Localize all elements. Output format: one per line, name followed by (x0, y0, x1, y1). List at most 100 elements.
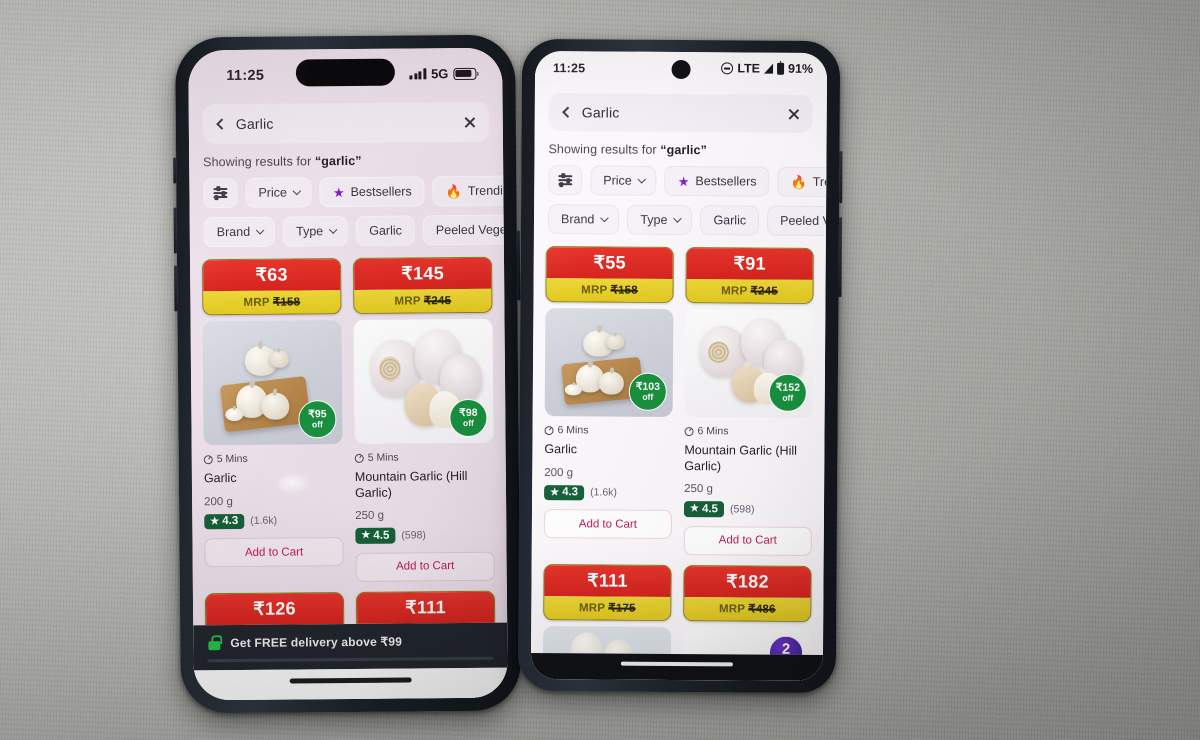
star-icon: ★ (550, 486, 560, 498)
add-to-cart-button[interactable]: Add to Cart (204, 537, 344, 568)
review-count: (598) (729, 503, 755, 516)
dynamic-island (295, 58, 395, 87)
pixel-power-button[interactable] (839, 151, 843, 204)
chip-garlic-label: Garlic (369, 223, 402, 238)
rating-value: 4.5 (373, 529, 390, 542)
mrp-label: MRP (243, 296, 270, 309)
iphone-mute-switch[interactable] (173, 157, 177, 184)
add-to-cart-button[interactable]: Add to Cart (683, 525, 812, 556)
iphone-volume-up-button[interactable] (173, 207, 177, 254)
pixel-volume-button[interactable] (838, 217, 843, 298)
price-tag: ₹126 MRP ₹316 (204, 591, 345, 626)
price-value: ₹126 (205, 592, 344, 625)
rating-value: 4.5 (701, 502, 719, 516)
chip-peeled-vegetables[interactable]: Peeled Vegetables (422, 214, 504, 246)
rating-badge: ★ 4.5 (355, 527, 396, 544)
star-icon: ★ (332, 184, 345, 200)
mrp-label: MRP (718, 603, 745, 616)
back-chevron-icon[interactable] (562, 106, 574, 118)
rating-row: ★ 4.3 (1.6k) (204, 513, 343, 530)
chip-trending[interactable]: 🔥 Trending (777, 166, 827, 198)
product-image[interactable]: 2 Pieces (682, 626, 812, 656)
chip-garlic[interactable]: Garlic (356, 215, 416, 246)
chip-type[interactable]: Type (282, 215, 349, 247)
chip-trending-label: Trending (812, 174, 827, 190)
front-camera-punch-hole (671, 59, 691, 80)
chip-bestsellers-label: Bestsellers (350, 184, 412, 199)
rating-badge: ★ 4.3 (544, 484, 585, 501)
chevron-down-icon (293, 186, 302, 196)
chip-garlic-label: Garlic (713, 213, 747, 228)
price-value: ₹91 (686, 248, 813, 280)
search-bar[interactable]: Garlic (202, 101, 489, 145)
mrp-value: ₹245 (423, 295, 452, 308)
product-image[interactable]: ₹95 off (202, 320, 343, 446)
product-card[interactable]: ₹91 MRP ₹245 ₹152 off 6 Mins Mountain Ga… (683, 247, 814, 556)
free-delivery-banner[interactable]: Get FREE delivery above ₹99 (193, 622, 508, 671)
product-card[interactable]: ₹55 MRP ₹158 ₹103 off 6 Mins Garlic 200 … (543, 246, 674, 555)
product-image[interactable]: ₹103 off (544, 308, 674, 417)
product-card[interactable]: ₹63 MRP ₹158 ₹95 off 5 Mins Garlic 200 g… (201, 258, 344, 583)
filter-sliders-icon (558, 175, 573, 186)
eta-text: 6 Mins (557, 424, 589, 437)
product-card[interactable]: ₹126 MRP ₹316 (204, 591, 345, 626)
chip-peeled-vegetables-label: Peeled Vegetables (435, 222, 504, 238)
delivery-eta: 6 Mins (544, 424, 673, 437)
pixel-status-bar: 11:25 LTE 91% (535, 51, 827, 87)
chip-trending[interactable]: 🔥 Trending (432, 175, 504, 207)
chevron-down-icon (637, 175, 647, 184)
eta-text: 5 Mins (367, 451, 399, 464)
chip-price[interactable]: Price (590, 165, 657, 196)
iphone-status-bar: 11:25 5G (188, 48, 502, 95)
rating-row: ★ 4.3 (1.6k) (544, 484, 672, 501)
chip-peeled-vegetables-label: Peeled Vegetables (780, 213, 827, 229)
results-label-prefix: Showing results for (203, 154, 315, 170)
close-x-icon[interactable] (463, 115, 476, 128)
product-meta: 6 Mins Mountain Garlic (Hill Garlic) 250… (683, 417, 813, 556)
chip-filter-sliders[interactable] (548, 165, 583, 196)
add-to-cart-button[interactable]: Add to Cart (355, 551, 495, 582)
star-icon: ★ (689, 503, 700, 515)
chip-price[interactable]: Price (245, 177, 313, 208)
price-value: ₹182 (684, 565, 811, 598)
price-tag: ₹111 MRP ₹175 (355, 590, 496, 626)
add-to-cart-button[interactable]: Add to Cart (543, 509, 672, 540)
product-image[interactable]: ₹98 off (353, 318, 494, 444)
discount-badge: ₹103 off (628, 372, 667, 411)
product-image[interactable]: ₹152 off (684, 309, 814, 418)
chip-bestsellers[interactable]: ★ Bestsellers (319, 176, 425, 208)
home-indicator[interactable] (193, 667, 508, 701)
search-input[interactable]: Garlic (236, 114, 453, 132)
product-card[interactable]: ₹182 MRP ₹486 2 Pieces (682, 564, 812, 656)
close-x-icon[interactable] (787, 107, 800, 120)
chip-brand[interactable]: Brand (203, 216, 276, 248)
chip-price-label: Price (258, 185, 287, 200)
chip-type[interactable]: Type (627, 204, 693, 236)
chip-brand[interactable]: Brand (547, 204, 620, 235)
chip-garlic[interactable]: Garlic (700, 205, 760, 236)
search-input[interactable]: Garlic (582, 104, 777, 121)
pixel-device: 11:25 LTE 91% Garlic Showing results for… (517, 38, 843, 694)
clock-icon (684, 426, 694, 436)
mrp-value: ₹175 (608, 602, 636, 615)
back-chevron-icon[interactable] (216, 118, 228, 130)
iphone-volume-down-button[interactable] (174, 265, 178, 312)
product-image[interactable] (542, 625, 672, 656)
mrp-row: MRP ₹486 (684, 596, 811, 621)
mrp-label: MRP (578, 602, 605, 615)
product-card[interactable]: ₹111 MRP ₹175 (355, 590, 496, 626)
mrp-label: MRP (581, 284, 608, 297)
price-tag: ₹182 MRP ₹486 (683, 564, 812, 622)
home-indicator[interactable] (530, 652, 823, 682)
product-weight: 200 g (204, 495, 233, 508)
discount-badge: ₹98 off (449, 398, 488, 438)
product-name: Mountain Garlic (Hill Garlic) (354, 468, 468, 500)
chip-peeled-vegetables[interactable]: Peeled Vegetables (767, 205, 827, 237)
search-bar[interactable]: Garlic (548, 93, 813, 133)
chip-filter-sliders[interactable] (203, 177, 238, 209)
discount-badge: ₹152 off (768, 373, 807, 412)
product-card[interactable]: ₹145 MRP ₹245 ₹98 off 5 Mins Mountain Ga… (352, 256, 495, 582)
product-card[interactable]: ₹111 MRP ₹175 (542, 563, 672, 656)
chip-bestsellers[interactable]: ★ Bestsellers (664, 165, 770, 197)
status-time: 11:25 (553, 61, 586, 76)
